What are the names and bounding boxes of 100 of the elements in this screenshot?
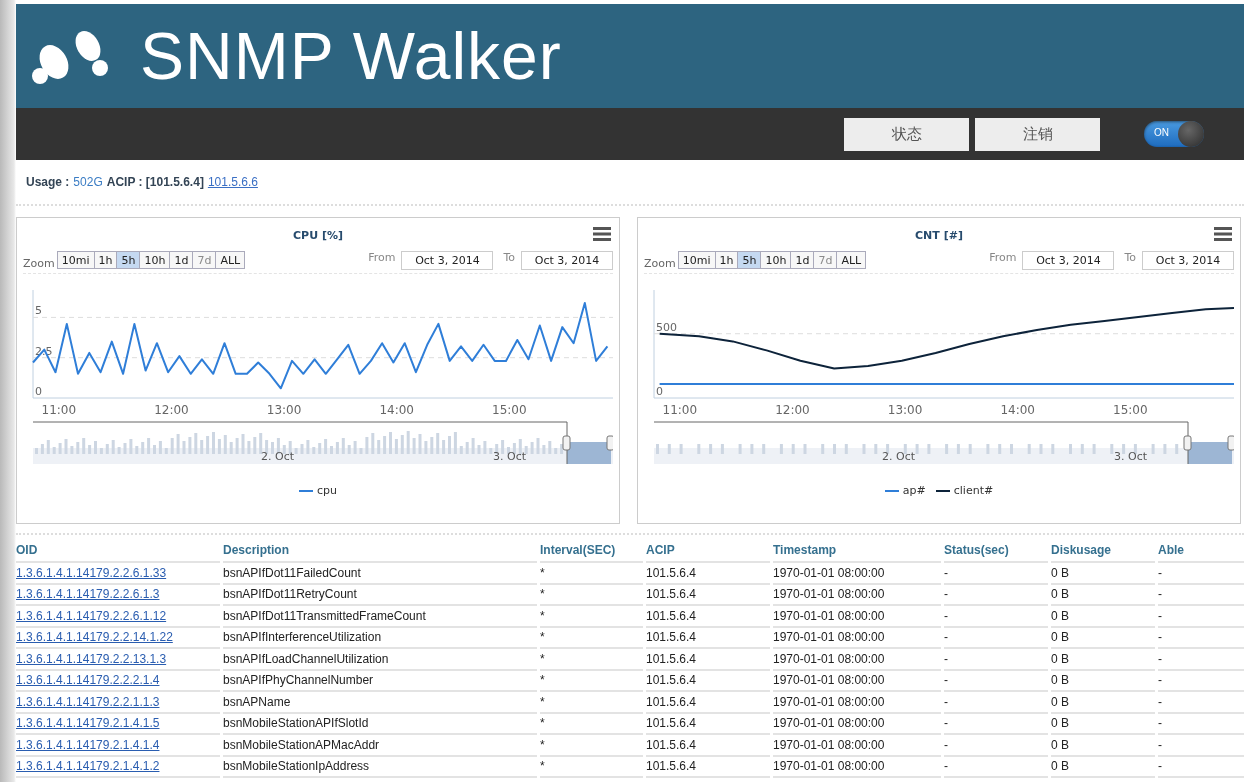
table-cell: * [540,563,643,585]
table-cell: 101.5.6.4 [646,584,770,606]
table-cell: - [1158,627,1244,649]
table-cell: - [1158,756,1244,778]
table-cell: - [944,735,1048,757]
table-cell: - [1158,563,1244,585]
range-button[interactable]: 1d [791,252,815,268]
range-button[interactable]: 10mi [57,252,95,268]
date-field[interactable]: Oct 3, 2014 [401,251,494,270]
nav-button[interactable]: 状态 [844,117,969,151]
table-cell: bsnAPIfDot11FailedCount [223,563,537,585]
axis-label: 14:00 [1000,403,1035,417]
axis-label: 500 [656,320,677,334]
oid-link[interactable]: 1.3.6.1.4.1.14179.2.2.2.1.4 [16,673,160,688]
table-cell: - [1158,649,1244,671]
chart-title: CNT [#] [915,229,963,244]
axis-label: 13:00 [266,403,302,417]
table-cell: 1970-01-01 08:00:00 [773,649,941,671]
axis-label: 2. Oct [882,450,915,463]
axis-label: 15:00 [492,403,527,417]
oid-link[interactable]: 1.3.6.1.4.1.14179.2.1.4.1.4 [16,737,160,752]
column-header: Status(sec) [944,539,1048,563]
table-cell: bsnAPName [223,692,537,714]
column-header: ACIP [646,539,770,563]
table-cell: 1970-01-01 08:00:00 [773,756,941,778]
range-handle[interactable] [1227,435,1234,451]
oid-link[interactable]: 1.3.6.1.4.1.14179.2.2.13.1.3 [16,651,167,666]
range-button[interactable]: 5h [117,252,141,268]
axis-label: 12:00 [775,403,810,417]
range-handle[interactable] [606,435,613,451]
table-cell: bsnAPIfDot11RetryCount [223,584,537,606]
oid-link[interactable]: 1.3.6.1.4.1.14179.2.2.14.1.22 [16,630,173,645]
range-button[interactable]: 10h [140,252,171,268]
table-cell: 101.5.6.4 [646,627,770,649]
date-field[interactable]: Oct 3, 2014 [521,251,613,270]
table-cell: * [540,584,643,606]
oid-link[interactable]: 1.3.6.1.4.1.14179.2.1.4.1.2 [16,759,160,774]
zoom-label: Zoom [23,257,55,270]
date-field[interactable]: Oct 3, 2014 [1142,251,1234,270]
legend-item[interactable]: cpu [299,484,337,497]
table-cell: * [540,756,643,778]
range-button[interactable]: 1h [715,252,739,268]
table-cell: - [944,692,1048,714]
range-button[interactable]: 10h [761,252,792,268]
legend-item[interactable]: client# [935,484,994,497]
table-cell: 101.5.6.4 [646,649,770,671]
axis-label: 2. Oct [261,450,294,463]
table-cell: - [1158,670,1244,692]
axis-label: 0 [35,385,42,398]
range-handle[interactable] [562,435,571,451]
axis-label: 3. Oct [493,450,526,463]
table-cell: * [540,735,643,757]
axis-label: 13:00 [887,403,923,417]
table-cell: bsnAPIfDot11TransmittedFrameCount [223,606,537,628]
table-cell: 101.5.6.4 [646,606,770,628]
range-handle[interactable] [1183,435,1192,451]
axis-label: 11:00 [662,403,698,417]
oid-link[interactable]: 1.3.6.1.4.1.14179.2.2.6.1.12 [16,608,167,623]
table-cell: 0 B [1051,627,1155,649]
table-cell: - [944,584,1048,606]
range-button[interactable]: 1d [170,252,194,268]
range-button[interactable]: 10mi [678,252,716,268]
table-cell: 1970-01-01 08:00:00 [773,606,941,628]
table-cell: bsnAPIfInterferenceUtilization [223,627,537,649]
table-cell: 0 B [1051,735,1155,757]
table-cell: - [944,606,1048,628]
nav-button[interactable]: 注销 [975,117,1100,151]
table-cell: bsnAPIfLoadChannelUtilization [223,649,537,671]
range-button[interactable]: ALL [837,252,866,268]
table-cell: - [1158,584,1244,606]
to-label: To [1124,251,1136,264]
table-cell: bsnAPIfPhyChannelNumber [223,670,537,692]
oid-link[interactable]: 1.3.6.1.4.1.14179.2.2.6.1.3 [16,587,160,602]
table-cell: - [1158,692,1244,714]
table-cell: 1970-01-01 08:00:00 [773,735,941,757]
axis-label: 14:00 [379,403,414,417]
column-header: Description [223,539,537,563]
toggle-switch[interactable]: ON [1144,121,1204,147]
oid-link[interactable]: 1.3.6.1.4.1.14179.2.1.4.1.5 [16,716,160,731]
from-label: From [989,251,1017,264]
table-cell: * [540,606,643,628]
table-cell: 101.5.6.4 [646,692,770,714]
table-cell: 101.5.6.4 [646,735,770,757]
acip-link[interactable]: 101.5.6.6 [207,175,258,189]
column-header: OID [16,539,220,563]
axis-label: 0 [656,385,663,398]
menu-icon[interactable] [1214,227,1232,241]
menu-icon[interactable] [593,227,611,241]
table-cell: 101.5.6.4 [646,670,770,692]
range-button[interactable]: ALL [216,252,245,268]
axis-label: 12:00 [154,403,189,417]
range-button[interactable]: 1h [94,252,118,268]
range-button[interactable]: 5h [738,252,762,268]
axis-label: 3. Oct [1114,450,1147,463]
table-cell: * [540,627,643,649]
oid-link[interactable]: 1.3.6.1.4.1.14179.2.2.1.1.3 [16,694,160,709]
oid-link[interactable]: 1.3.6.1.4.1.14179.2.2.6.1.33 [16,565,167,580]
date-field[interactable]: Oct 3, 2014 [1022,251,1115,270]
table-cell: 0 B [1051,606,1155,628]
legend-item[interactable]: ap# [884,484,926,497]
